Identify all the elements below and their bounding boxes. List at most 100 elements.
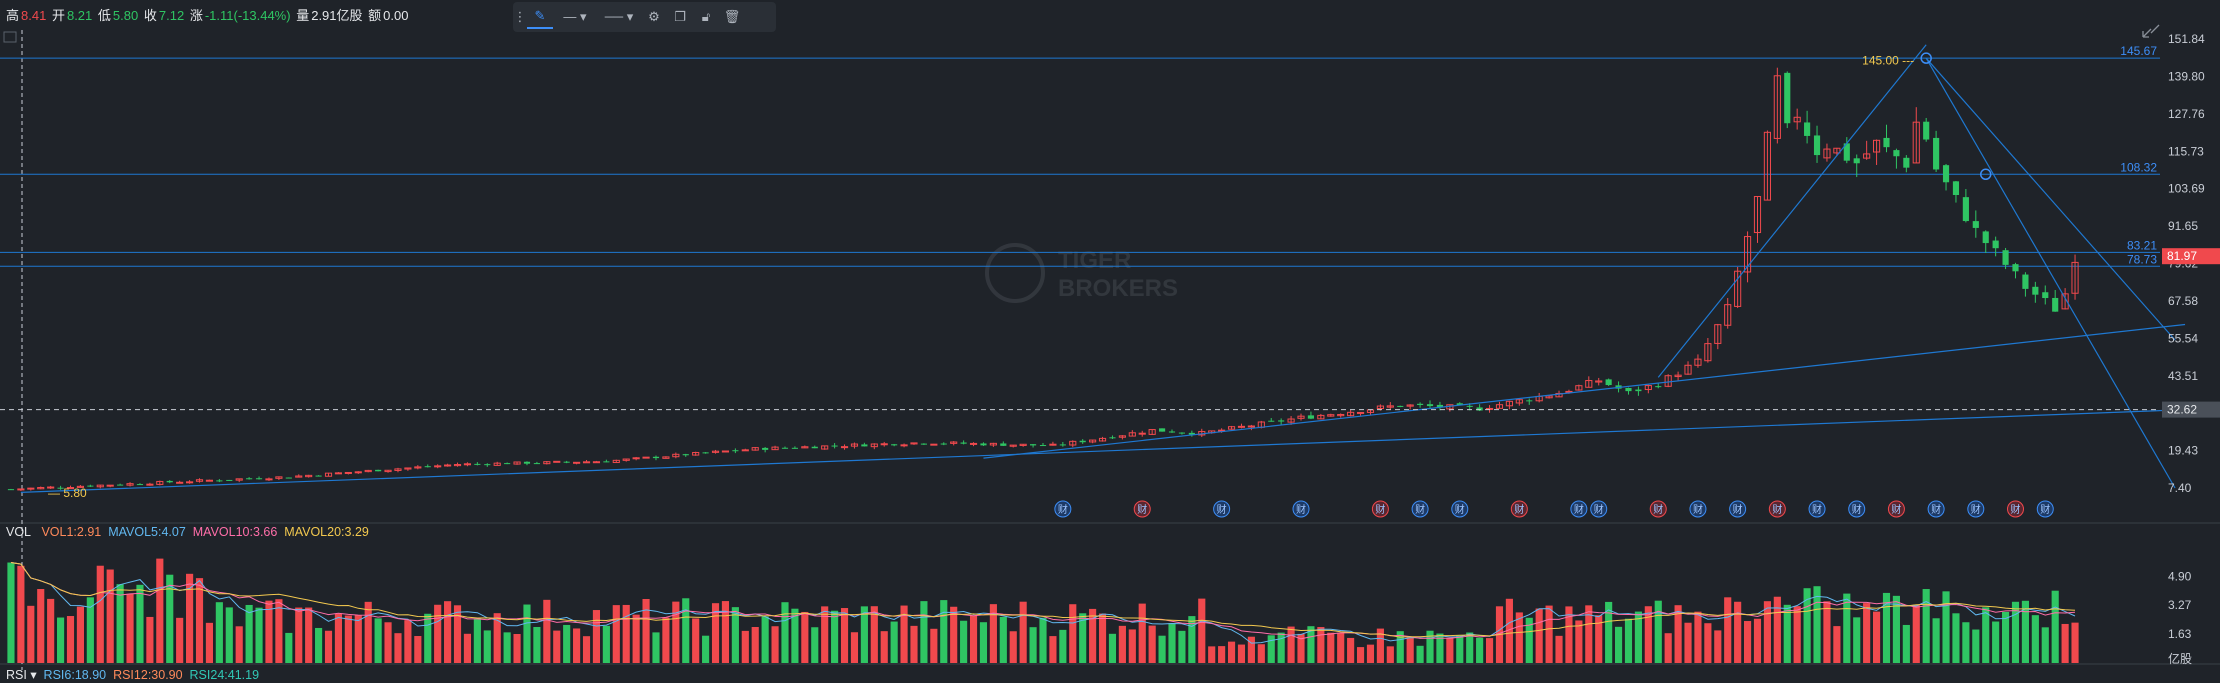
trend-line-support[interactable] [983,323,2186,459]
news-badges[interactable]: 财财财财财财财财财财财财财财财财财财财财财 [1054,500,2054,518]
volume-bar [1872,611,1881,663]
volume-bar [275,599,283,663]
volume-bar [176,617,184,663]
ohlc-header: 高 8.41 开 8.21 低 5.80 收 7.12 涨 -1.11(-13.44%) … [6,5,410,24]
candle-body [1605,379,1612,386]
volume-bar [622,604,630,663]
candle-body [1138,432,1146,435]
volume-bar [1614,626,1623,663]
candle-body [1526,400,1533,402]
lock-icon[interactable]: 🔓︎ [693,4,719,30]
y-tick-label: 55.54 [2168,331,2198,345]
horizontal-lines[interactable]: 145.67 108.32 83.2178.73 [0,44,2160,267]
volume-bar [76,606,84,663]
volume-bar [761,616,769,663]
volume-bar [1138,603,1146,663]
volume-bar [1863,603,1871,663]
candle-body [1992,240,1999,249]
rsi-title[interactable]: RSI [6,668,27,682]
volume-bar [1009,631,1017,663]
y-tick-label: 7.40 [2168,481,2192,495]
trash-icon[interactable]: 🗑︎ [719,4,745,30]
copy-icon[interactable]: ❐ [667,4,693,30]
candle-body [146,483,154,486]
candle-body [1923,121,1930,140]
candle-body [861,444,868,447]
candle-body [1426,404,1434,407]
drag-handle-icon[interactable]: ⋮ [513,4,527,30]
candle-body [1933,137,1940,170]
volume-bar [1446,637,1454,663]
candle-body [17,488,25,491]
trend-line-rise[interactable] [1657,44,1927,378]
candle-body [1159,428,1166,432]
news-badge-label: 财 [1514,503,1524,516]
chart-canvas[interactable]: TIGER BROKERS 145.67108.3283.2178.73 财 财 财… [0,0,2220,683]
volume-bar [1366,644,1375,663]
volume-bar [166,574,174,663]
candle-body [791,447,798,449]
horizontal-line-label: 83.21 [2127,238,2157,252]
candle-body [444,464,452,467]
trend-line-long[interactable] [20,409,2186,493]
volume-bar [1932,618,1940,663]
volume-bar [642,598,650,663]
candle-body [1417,403,1424,405]
volume-bar [1148,625,1156,663]
vol-title: VOL [6,525,32,539]
volume-bar [1118,625,1126,663]
candle-body [652,456,660,459]
candle-body [811,446,818,449]
candle-body [1079,440,1086,443]
volume-label: 量 [296,8,310,23]
horizontal-line-label: 145.67 [2120,44,2157,58]
news-badge-label: 财 [1217,503,1227,516]
line-width-icon[interactable]: ── ▾ [597,4,641,30]
volume-bar [801,611,809,663]
rsi6-label: RSI6:18.90 [43,668,107,682]
news-badge-label: 财 [1415,503,1425,516]
volume-bar [444,601,452,663]
candle-body [1000,443,1007,446]
volume-bar [751,627,759,663]
volume-bar [364,601,372,663]
volume-bar [225,607,233,663]
volume-tick-label: 4.90 [2168,569,2192,583]
volume-bar [1714,630,1722,663]
candle-body [1278,420,1285,422]
volume-bar [1158,635,1166,663]
candle-body [1466,405,1473,407]
candle-body [1237,425,1246,428]
volume-bar [1902,624,1910,663]
volume-bar [1019,601,1027,663]
line-style-icon[interactable]: — ▾ [553,4,597,30]
candle-body [1178,432,1186,434]
volume-bar [156,558,164,663]
candle-body [1903,157,1910,168]
volume-bar [999,616,1007,663]
volume-bar [2002,611,2010,663]
volume-bar [186,573,194,663]
volume-bar [1743,621,1752,663]
candle-body [474,463,481,465]
candle-body [1247,425,1255,428]
open-value: 8.21 [66,8,93,23]
volume-bar [553,630,561,663]
svg-text:TIGER: TIGER [1058,247,1131,274]
candle-body [1307,415,1315,419]
volume-bar [1108,633,1117,663]
watermark-logo: TIGER BROKERS [985,243,1178,303]
rsi-dropdown-icon[interactable]: ▾ [27,668,36,682]
trend-line-fall[interactable] [1925,57,2176,489]
volume-bar [37,588,45,663]
settings-icon[interactable]: ⚙ [641,4,667,30]
volume-bar [1287,626,1295,663]
change-value: -1.11(-13.44%) [204,8,291,23]
candle-body [533,463,540,465]
candle-body [642,456,650,459]
volume-bar [215,602,223,663]
volume-bar [295,607,303,663]
volume-bar [1406,637,1414,663]
candle-body [603,461,610,463]
pen-icon[interactable]: ✎ [527,5,553,29]
